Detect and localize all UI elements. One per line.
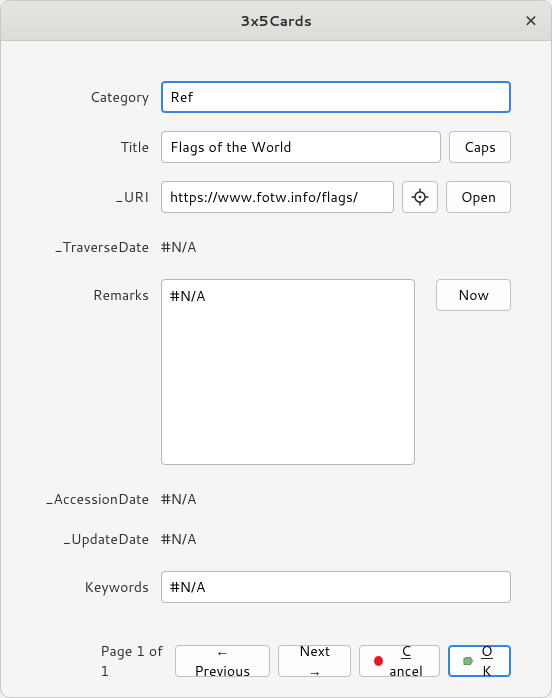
form-content: Category Title Caps _URI	[1, 41, 551, 697]
uri-label: _URI	[41, 181, 161, 207]
ok-label-rest: K	[482, 661, 492, 681]
uri-input[interactable]	[161, 181, 394, 213]
title-input[interactable]	[161, 131, 441, 163]
page-indicator: Page 1 of 1	[100, 641, 166, 681]
target-icon	[411, 188, 429, 206]
update-date-label: _UpdateDate	[41, 523, 161, 549]
caps-button[interactable]: Caps	[449, 131, 511, 163]
cancel-button[interactable]: Cancel	[359, 645, 440, 677]
cancel-icon	[374, 656, 383, 666]
title-label: Title	[41, 131, 161, 157]
next-button[interactable]: Next →	[278, 645, 351, 677]
accession-date-value: #N/A	[161, 483, 196, 509]
remarks-textarea[interactable]: #N/A	[161, 279, 415, 465]
ok-icon	[463, 655, 473, 667]
now-button[interactable]: Now	[436, 279, 511, 311]
keywords-label: Keywords	[41, 571, 161, 597]
traverse-date-label: _TraverseDate	[41, 231, 161, 257]
update-date-value: #N/A	[161, 523, 196, 549]
cancel-label-rest: ancel	[389, 661, 423, 681]
category-label: Category	[41, 81, 161, 107]
remarks-label: Remarks	[41, 279, 161, 305]
cancel-label-u: C	[401, 644, 411, 659]
accession-date-label: _AccessionDate	[41, 483, 161, 509]
keywords-input[interactable]	[161, 571, 511, 603]
open-button[interactable]: Open	[446, 181, 511, 213]
titlebar: 3x5Cards ✕	[1, 1, 551, 41]
close-icon[interactable]: ✕	[521, 9, 541, 32]
traverse-date-value: #N/A	[161, 231, 196, 257]
previous-button[interactable]: ← Previous	[175, 645, 270, 677]
ok-button[interactable]: OK	[448, 645, 511, 677]
footer: Page 1 of 1 ← Previous Next → Cancel OK	[41, 635, 511, 681]
target-icon-button[interactable]	[402, 181, 438, 213]
ok-label-u: O	[481, 644, 493, 659]
category-input[interactable]	[161, 81, 511, 113]
window-title: 3x5Cards	[240, 11, 312, 31]
